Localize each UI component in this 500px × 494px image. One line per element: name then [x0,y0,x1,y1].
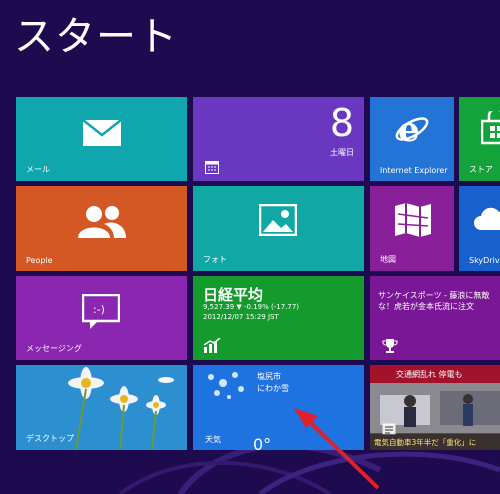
tile-photos-label: フォト [203,255,227,264]
tile-messaging[interactable]: :-) メッセージング [16,276,187,360]
people-icon [78,206,126,238]
calendar-date: 8 [329,101,354,145]
weather-city: 塩尻市 [257,372,281,381]
tile-news[interactable]: 交通網乱れ 停電も 電気自動車3年半だ「重化」に [370,365,500,450]
tile-mail[interactable]: メール [16,97,187,181]
trophy-icon [382,339,398,353]
finance-quote: 9,527.39 ▼ -0.19% (-17.77) [203,303,300,311]
skydrive-cloud-icon [474,207,500,230]
sports-headline: サンケイスポーツ - 藤浪に無敵な！虎若が金本氏流に注文 [378,291,490,311]
tile-sports[interactable]: サンケイスポーツ - 藤浪に無敵な！虎若が金本氏流に注文 [370,276,500,360]
finance-chart-icon [203,338,221,353]
tile-store[interactable]: ストア [459,97,500,181]
store-icon [481,111,500,145]
map-icon [395,203,431,237]
news-caption: 電気自動車3年半だ「重化」に [370,434,500,450]
tile-people[interactable]: People [16,186,187,271]
news-headline: 交通網乱れ 停電も [370,365,500,383]
tile-ie-label: Internet Explorer [380,166,448,175]
tile-skydrive-label: SkyDrive [469,256,500,265]
photos-icon [259,204,297,236]
tile-skydrive[interactable]: SkyDrive [459,186,500,271]
tile-calendar[interactable]: 8 土曜日 [193,97,364,181]
calendar-weekday: 土曜日 [330,148,354,157]
calendar-icon [205,161,219,174]
tile-internet-explorer[interactable]: e Internet Explorer [370,97,454,181]
finance-timestamp: 2012/12/07 15:29 JST [203,313,279,321]
tile-maps[interactable]: 地図 [370,186,454,271]
tile-desktop-label: デスクトップ [26,434,74,443]
tile-photos[interactable]: フォト [193,186,364,271]
snow-icon [208,372,244,399]
internet-explorer-icon: e [395,111,429,147]
tile-store-label: ストア [469,165,493,174]
mail-icon [82,119,122,146]
weather-temperature: 0° [253,435,272,450]
tile-weather[interactable]: 塩尻市 にわか雪 天気 0° [193,365,364,450]
tile-maps-label: 地図 [380,255,396,264]
tile-desktop[interactable]: デスクトップ [16,365,187,450]
tile-people-label: People [26,256,53,265]
svg-text::-): :-) [93,303,105,316]
tile-messaging-label: メッセージング [26,344,82,353]
start-title: スタート [14,14,178,60]
weather-condition: にわか雪 [257,384,289,393]
tile-finance[interactable]: 日経平均 9,527.39 ▼ -0.19% (-17.77) 2012/12/… [193,276,364,360]
tile-mail-label: メール [26,165,50,174]
messaging-icon: :-) [82,294,120,329]
finance-title: 日経平均 [203,286,264,304]
weather-label: 天気 [205,435,221,444]
